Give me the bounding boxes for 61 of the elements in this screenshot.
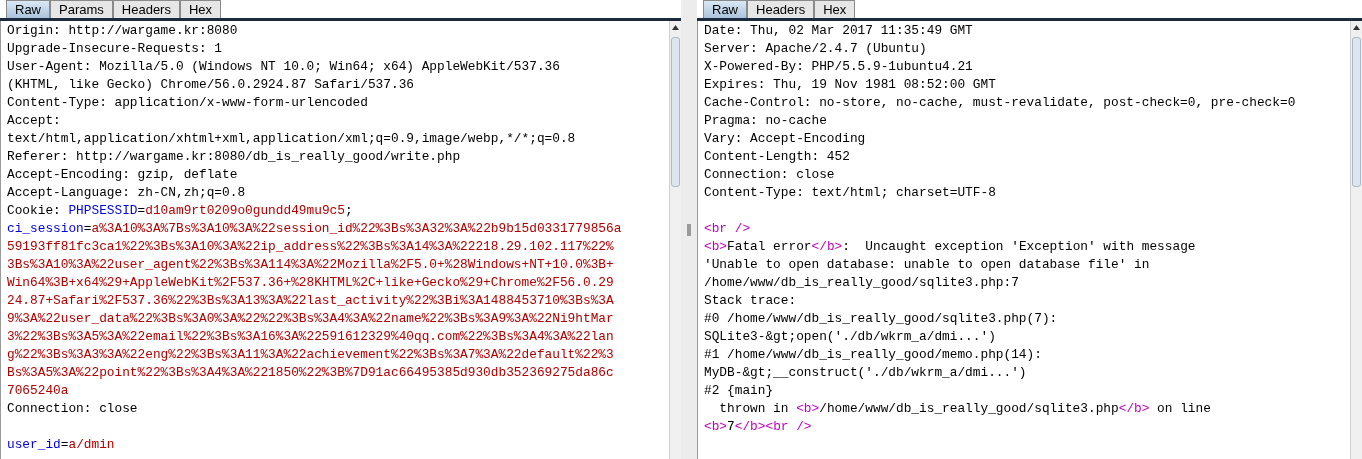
message-line: user_id=a/dmin	[7, 436, 116, 454]
message-line: Origin: http://wargame.kr:8080	[7, 22, 239, 40]
message-line: text/html,application/xhtml+xml,application/xml;q=0.9,image/webp,*/*;q=0.8	[7, 130, 577, 148]
message-text-area[interactable]	[0, 21, 681, 459]
message-line: Upgrade-Insecure-Requests: 1	[7, 40, 224, 58]
message-line: <b>7</b><br />	[704, 418, 813, 436]
message-line: SQLite3-&gt;open('./db/wkrm_a/dmi...')	[704, 328, 997, 346]
viewer-tab[interactable]: Params	[50, 0, 113, 18]
viewer-tab[interactable]: Headers	[112, 0, 180, 18]
grip-icon[interactable]	[687, 223, 691, 236]
viewer-tab[interactable]: Hex	[179, 0, 222, 18]
message-line: Date: Thu, 02 Mar 2017 11:35:49 GMT	[704, 22, 974, 40]
message-line: Win64%3B+x64%29+AppleWebKit%2F537.36+%28KHTML%2C+like+Gecko%29+Chrome%2F56.0.29	[7, 274, 615, 292]
viewer-tab[interactable]: Headers	[747, 0, 815, 18]
message-line: 7065240a	[7, 382, 70, 400]
message-line: Accept:	[7, 112, 62, 130]
message-line: Cache-Control: no-store, no-cache, must-revalidate, post-check=0, pre-check=0	[704, 94, 1297, 112]
message-line: 3%22%3Bs%3A5%3A%22email%22%3Bs%3A16%3A%22591612329%40qq.com%22%3Bs%3A4%3A%22lan	[7, 328, 615, 346]
message-line: Connection: close	[704, 166, 836, 184]
scrollbar-thumb[interactable]	[1352, 37, 1361, 187]
message-line: Referer: http://wargame.kr:8080/db_is_really_good/write.php	[7, 148, 462, 166]
message-text-area[interactable]	[697, 21, 1362, 459]
viewer-tab[interactable]: Raw	[703, 0, 747, 18]
viewer-tab[interactable]: Hex	[814, 0, 856, 18]
message-line: 'Unable to open database: unable to open database file' in	[704, 256, 1151, 274]
message-line: Accept-Language: zh-CN,zh;q=0.8	[7, 184, 247, 202]
message-line: Expires: Thu, 19 Nov 1981 08:52:00 GMT	[704, 76, 997, 94]
scroll-up-icon[interactable]	[1351, 23, 1362, 33]
message-line: ci_session=a%3A10%3A%7Bs%3A10%3A%22session_id%22%3Bs%3A32%3A%22b9b15d0331779856a	[7, 220, 623, 238]
message-line: Content-Type: text/html; charset=UTF-8	[704, 184, 997, 202]
message-line: #2 {main}	[704, 382, 775, 400]
message-line: (KHTML, like Gecko) Chrome/56.0.2924.87 Safari/537.36	[7, 76, 415, 94]
message-line: /home/www/db_is_really_good/sqlite3.php:7	[704, 274, 1020, 292]
message-line: <br />	[704, 220, 752, 238]
message-line: 3Bs%3A10%3A%22user_agent%22%3Bs%3A114%3A%22Mozilla%2F5.0+%28Windows+NT+10.0%3B+	[7, 256, 615, 274]
message-line: Accept-Encoding: gzip, deflate	[7, 166, 239, 184]
message-line: 59193ff81fc3ca1%22%3Bs%3A10%3A%22ip_address%22%3Bs%3A14%3A%22218.29.102.117%22%	[7, 238, 615, 256]
message-line: #0 /home/www/db_is_really_good/sqlite3.php(7):	[704, 310, 1059, 328]
viewer-tab[interactable]: Raw	[6, 0, 50, 18]
message-line: <b>Fatal error</b>: Uncaught exception 'Exception' with message	[704, 238, 1197, 256]
message-line: 24.87+Safari%2F537.36%22%3Bs%3A13%3A%22last_activity%22%3Bi%3A1488453710%3Bs%3A	[7, 292, 615, 310]
message-line: #1 /home/www/db_is_really_good/memo.php(14):	[704, 346, 1043, 364]
message-line: thrown in <b>/home/www/db_is_really_good/sqlite3.php</b> on line	[718, 400, 1212, 418]
vertical-scrollbar[interactable]	[1350, 21, 1362, 459]
scrollbar-thumb[interactable]	[671, 37, 680, 187]
message-line: Connection: close	[7, 400, 139, 418]
message-line: Server: Apache/2.4.7 (Ubuntu)	[704, 40, 928, 58]
message-line: Content-Type: application/x-www-form-urlencoded	[7, 94, 369, 112]
message-line: Bs%3A5%3A%22point%22%3Bs%3A4%3A%221850%22%3B%7D91ac66495385d930db352369275da86c	[7, 364, 615, 382]
message-line: MyDB-&gt;__construct('./db/wkrm_a/dmi...')	[704, 364, 1028, 382]
message-line: Pragma: no-cache	[704, 112, 828, 130]
message-line: g%22%3Bs%3A3%3A%22eng%22%3Bs%3A11%3A%22achievement%22%3Bs%3A7%3A%22default%22%3	[7, 346, 615, 364]
message-line: Cookie: PHPSESSID=d10am9rt0209o0gundd49mu9c5;	[7, 202, 354, 220]
message-line: X-Powered-By: PHP/5.5.9-1ubuntu4.21	[704, 58, 974, 76]
message-line: Stack trace:	[704, 292, 798, 310]
message-line: Vary: Accept-Encoding	[704, 130, 867, 148]
message-line: Content-Length: 452	[704, 148, 851, 166]
scroll-up-icon[interactable]	[670, 23, 681, 33]
message-line: 9%3A%22user_data%22%3Bs%3A0%3A%22%22%3Bs%3A4%3A%22name%22%3Bs%3A9%3A%22Ni9htMar	[7, 310, 615, 328]
vertical-scrollbar[interactable]	[669, 21, 681, 459]
message-line: User-Agent: Mozilla/5.0 (Windows NT 10.0; Win64; x64) AppleWebKit/537.36	[7, 58, 561, 76]
